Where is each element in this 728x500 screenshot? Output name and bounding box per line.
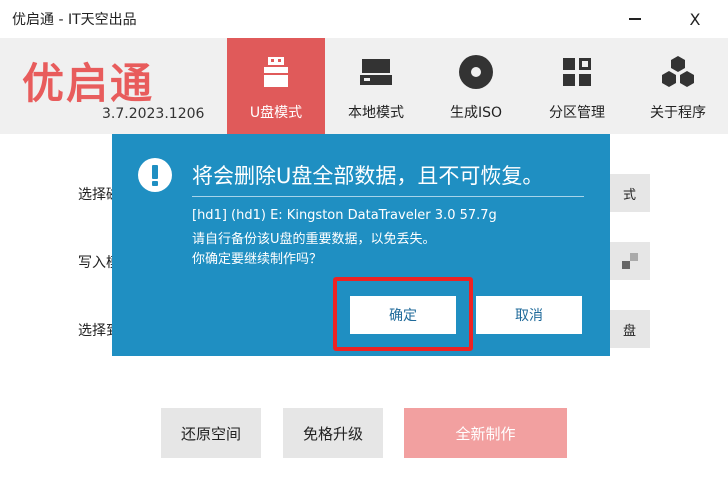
nav-local-mode-label: 本地模式 (348, 105, 404, 121)
app-logo: 优启通 (22, 59, 155, 108)
header: 优启通 3.7.2023.1206 U盘模式 本地模式 生成ISO 分区管理 关… (0, 38, 728, 134)
warning-icon (138, 158, 172, 192)
version-label: 3.7.2023.1206 (102, 106, 205, 122)
new-create-button[interactable]: 全新制作 (404, 408, 567, 458)
format-free-upgrade-button[interactable]: 免格升级 (283, 408, 383, 458)
cancel-button[interactable]: 取消 (476, 296, 582, 334)
settings-grid-icon (622, 253, 638, 269)
nav-generate-iso-label: 生成ISO (449, 105, 503, 121)
hexagon-cluster-icon (662, 56, 694, 87)
nav-usb-mode[interactable]: U盘模式 (227, 38, 325, 134)
dialog-device-info: [hd1] (hd1) E: Kingston DataTraveler 3.0… (192, 208, 497, 223)
nav-usb-mode-label: U盘模式 (249, 105, 303, 121)
dialog-backup-note: 请自行备份该U盘的重要数据，以免丢失。 (192, 232, 436, 247)
minimize-button[interactable] (620, 6, 650, 32)
dialog-divider (192, 196, 584, 197)
close-button[interactable]: X (680, 6, 710, 32)
usb-drive-icon (264, 57, 288, 87)
grid-icon (563, 58, 591, 86)
nav-partition-manager-label: 分区管理 (549, 105, 605, 121)
nav-local-mode[interactable]: 本地模式 (327, 38, 425, 134)
hard-disk-icon (360, 59, 392, 85)
title-bar: 优启通 - IT天空出品 X (0, 0, 728, 38)
window-title: 优启通 - IT天空出品 (12, 12, 137, 28)
nav-partition-manager[interactable]: 分区管理 (528, 38, 626, 134)
nav-generate-iso[interactable]: 生成ISO (427, 38, 525, 134)
nav-about[interactable]: 关于程序 (629, 38, 727, 134)
nav-about-label: 关于程序 (650, 105, 706, 121)
confirm-dialog: 将会删除U盘全部数据，且不可恢复。 [hd1] (hd1) E: Kingsto… (112, 134, 610, 356)
disc-icon (459, 55, 493, 89)
restore-space-button[interactable]: 还原空间 (161, 408, 261, 458)
highlight-box (333, 277, 473, 351)
minimize-icon (629, 18, 641, 20)
dialog-question: 你确定要继续制作吗？ (192, 252, 323, 267)
dialog-title: 将会删除U盘全部数据，且不可恢复。 (192, 164, 544, 188)
